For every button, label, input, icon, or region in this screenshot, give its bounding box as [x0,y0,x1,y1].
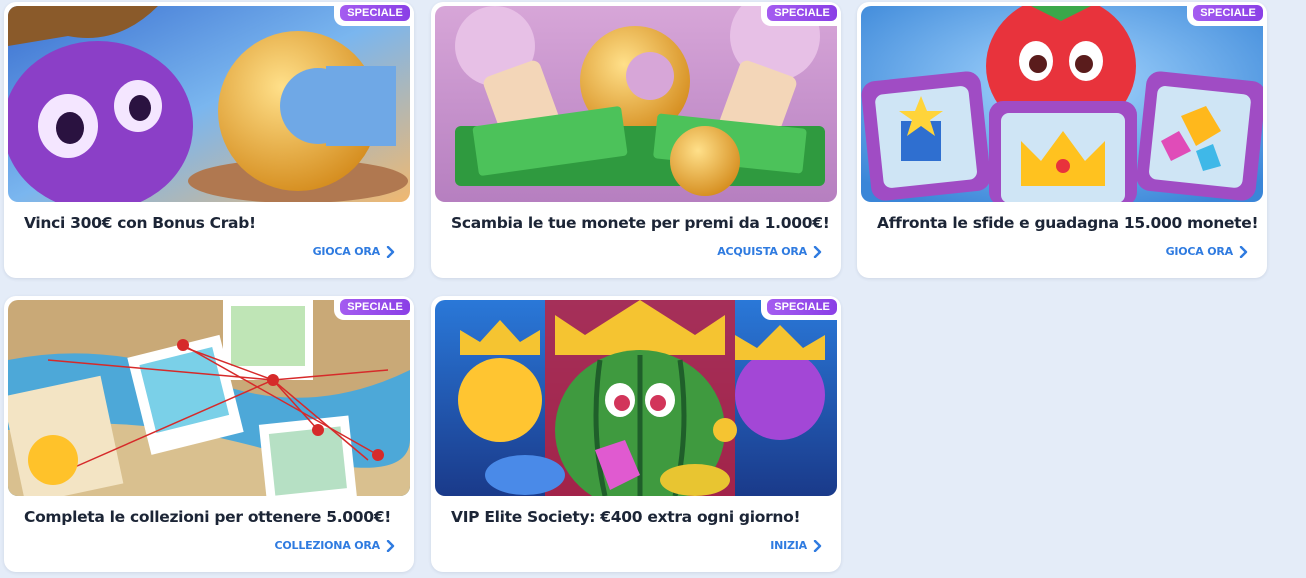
promo-card-sfide[interactable]: SPECIALE Affronta le sfide e guadagna 15… [857,2,1267,278]
promo-card-scambia-monete[interactable]: SPECIALE Scambia le tue monete per premi… [431,2,841,278]
cta-label: INIZIA [770,539,807,552]
promo-title: Scambia le tue monete per premi da 1.000… [451,214,830,232]
promo-image-collezioni [8,300,410,496]
promo-title: Affronta le sfide e guadagna 15.000 mone… [877,214,1259,232]
speciale-badge: SPECIALE [761,296,841,320]
cta-label: COLLEZIONA ORA [274,539,381,552]
promo-image-scambia-monete [435,6,837,202]
chevron-right-icon [813,539,822,552]
promo-title: Completa le collezioni per ottenere 5.00… [24,508,391,526]
cta-label: GIOCA ORA [312,245,381,258]
chevron-right-icon [386,245,395,258]
speciale-badge: SPECIALE [334,2,414,26]
promo-title: VIP Elite Society: €400 extra ogni giorn… [451,508,801,526]
gioca-ora-button[interactable]: GIOCA ORA [313,245,396,258]
cta-label: ACQUISTA ORA [717,245,807,258]
chevron-right-icon [386,539,395,552]
gioca-ora-button[interactable]: GIOCA ORA [1166,245,1249,258]
speciale-badge: SPECIALE [334,296,414,320]
speciale-badge: SPECIALE [1187,2,1267,26]
promo-grid: SPECIALE Vinci 300€ con Bonus Crab! GIOC… [0,0,1306,578]
promo-card-vip-elite[interactable]: SPECIALE VIP Elite Society: €400 extra o… [431,296,841,572]
promo-image-sfide [861,6,1263,202]
promo-title: Vinci 300€ con Bonus Crab! [24,214,256,232]
chevron-right-icon [1239,245,1248,258]
chevron-right-icon [813,245,822,258]
colleziona-ora-button[interactable]: COLLEZIONA ORA [275,539,396,552]
promo-image-bonus-crab [8,6,410,202]
promo-image-vip-elite [435,300,837,496]
promo-card-collezioni[interactable]: SPECIALE Completa le collezioni per otte… [4,296,414,572]
promo-card-bonus-crab[interactable]: SPECIALE Vinci 300€ con Bonus Crab! GIOC… [4,2,414,278]
inizia-button[interactable]: INIZIA [770,539,823,552]
acquista-ora-button[interactable]: ACQUISTA ORA [717,245,823,258]
speciale-badge: SPECIALE [761,2,841,26]
cta-label: GIOCA ORA [1165,245,1234,258]
